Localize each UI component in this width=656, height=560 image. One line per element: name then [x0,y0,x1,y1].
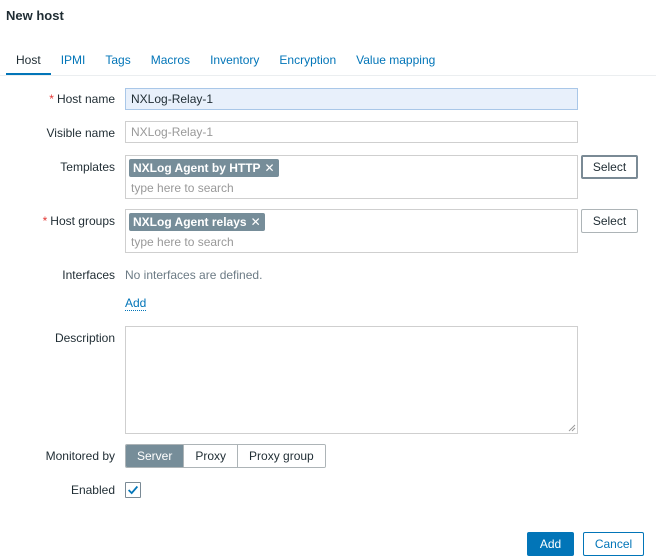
host-name-label: * Host name [0,92,115,106]
enabled-checkbox[interactable] [125,482,141,498]
interfaces-empty-message: No interfaces are defined. [125,268,263,282]
monitored-by-radio-group: Server Proxy Proxy group [125,444,326,468]
resize-handle-icon[interactable] [568,424,576,432]
tab-macros[interactable]: Macros [141,53,200,75]
tab-inventory[interactable]: Inventory [200,53,269,75]
templates-search-input[interactable]: type here to search [131,181,234,195]
host-groups-label: * Host groups [0,214,115,228]
host-name-input[interactable]: NXLog-Relay-1 [125,88,578,110]
add-interface-link[interactable]: Add [125,297,147,311]
close-icon[interactable]: ✕ [251,215,261,229]
host-name-label-text: Host name [56,92,115,106]
host-groups-multiselect[interactable]: NXLog Agent relays ✕ type here to search [125,209,578,253]
visible-name-input[interactable]: NXLog-Relay-1 [125,121,578,143]
cancel-button[interactable]: Cancel [583,532,644,556]
templates-select-button[interactable]: Select [581,155,638,179]
description-textarea[interactable] [125,326,578,434]
host-groups-select-button[interactable]: Select [581,209,638,233]
description-label: Description [54,331,115,345]
template-chip-label: NXLog Agent by HTTP [133,161,261,175]
tab-divider [0,75,656,76]
monitored-by-label: Monitored by [45,449,115,463]
templates-label: Templates [60,160,115,174]
tab-ipmi[interactable]: IPMI [51,53,96,75]
templates-multiselect[interactable]: NXLog Agent by HTTP ✕ type here to search [125,155,578,199]
tab-tags[interactable]: Tags [95,53,140,75]
host-groups-label-text: Host groups [50,214,115,228]
tab-host[interactable]: Host [6,53,51,75]
checkmark-icon [128,485,139,495]
host-group-chip-label: NXLog Agent relays [133,215,247,229]
add-button[interactable]: Add [527,532,574,556]
required-marker: * [49,92,54,106]
interfaces-label: Interfaces [62,268,115,282]
tab-bar: Host IPMI Tags Macros Inventory Encrypti… [6,53,445,75]
template-chip: NXLog Agent by HTTP ✕ [129,159,279,177]
page-title: New host [6,8,64,23]
host-group-chip: NXLog Agent relays ✕ [129,213,265,231]
monitored-by-proxy-option[interactable]: Proxy [183,445,238,467]
required-marker: * [42,214,48,228]
host-groups-search-input[interactable]: type here to search [131,235,234,249]
tab-value-mapping[interactable]: Value mapping [346,53,445,75]
tab-encryption[interactable]: Encryption [269,53,346,75]
visible-name-label: Visible name [46,126,115,140]
enabled-label: Enabled [70,483,115,497]
monitored-by-server-option[interactable]: Server [126,445,184,467]
close-icon[interactable]: ✕ [265,161,275,175]
monitored-by-proxy-group-option[interactable]: Proxy group [237,445,325,467]
